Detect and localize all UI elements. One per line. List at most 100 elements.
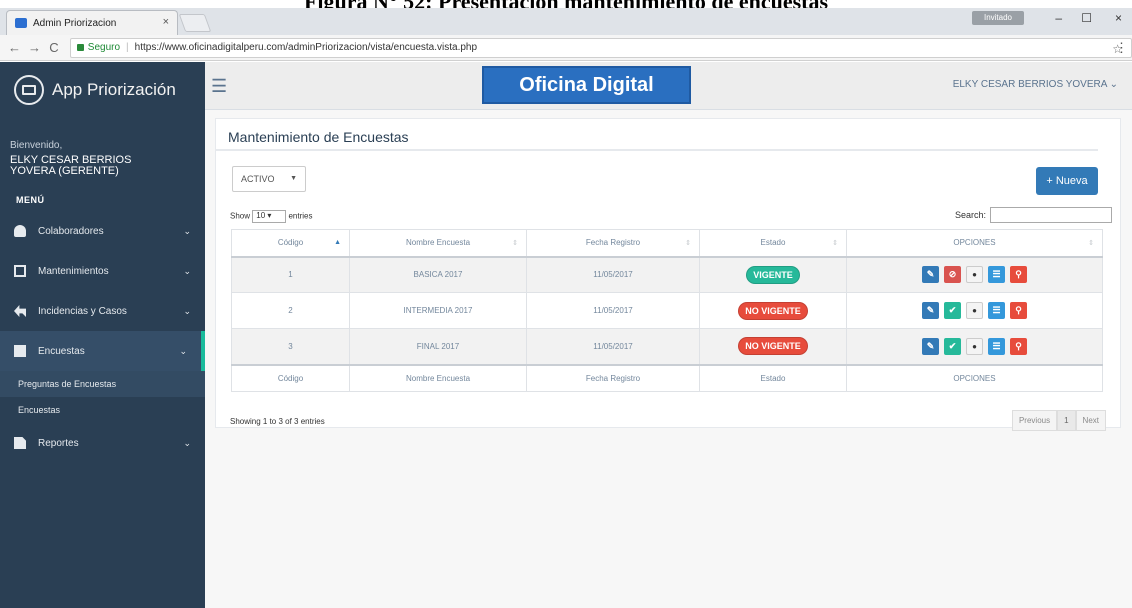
status-filter-select[interactable]: ACTIVO ▼ <box>232 166 306 192</box>
laptop-icon <box>14 75 44 105</box>
forward-icon[interactable]: → <box>28 40 41 55</box>
footer-opciones: OPCIONES <box>846 363 1103 392</box>
list-icon[interactable]: ☰ <box>988 266 1005 284</box>
chevron-down-icon: ⌄ <box>183 225 191 236</box>
check-icon[interactable]: ✔ <box>944 337 961 355</box>
search-input[interactable] <box>990 207 1112 223</box>
sidebar-subitem-encuestas[interactable]: Encuestas <box>0 397 205 423</box>
column-header-estado[interactable]: Estado ⇕ <box>699 229 847 258</box>
address-separator: | <box>126 42 129 53</box>
sort-asc-icon: ▲ <box>334 239 341 246</box>
close-window-icon[interactable]: × <box>1115 11 1122 25</box>
browser-toolbar: ← → C Seguro | https://www.oficinadigita… <box>0 35 1132 61</box>
check-icon[interactable]: ✔ <box>944 302 961 319</box>
sidebar-item-encuestas[interactable]: Encuestas ⌄ <box>0 331 205 371</box>
sidebar-item-mantenimientos[interactable]: Mantenimientos ⌄ <box>0 251 205 291</box>
favicon-icon <box>15 18 27 28</box>
table-footer-row: Código Nombre Encuesta Fecha Registro Es… <box>231 363 1103 392</box>
sidebar-item-reportes[interactable]: Reportes ⌄ <box>0 423 205 463</box>
welcome-text: Bienvenido, <box>10 140 63 151</box>
lock-icon <box>76 44 84 51</box>
sort-icon: ⇕ <box>512 240 518 247</box>
new-tab-button[interactable] <box>178 14 212 32</box>
cell-nombre: FINAL 2017 <box>349 328 527 365</box>
url-text: https://www.oficinadigitalperu.com/admin… <box>134 42 478 53</box>
user-menu[interactable]: ELKY CESAR BERRIOS YOVERA ⌄ <box>953 79 1118 90</box>
list-icon[interactable]: ☰ <box>988 302 1005 319</box>
pagination: Previous 1 Next <box>1011 410 1106 431</box>
eye-icon[interactable]: ● <box>966 266 983 284</box>
table-info: Showing 1 to 3 of 3 entries <box>230 417 325 426</box>
reply-icon <box>14 305 26 317</box>
pagination-page[interactable]: 1 <box>1057 410 1076 431</box>
new-survey-button[interactable]: + Nueva <box>1036 167 1098 195</box>
status-badge: NO VIGENTE <box>738 301 808 320</box>
entries-length-select[interactable]: 10 ▾ <box>252 210 287 223</box>
ban-icon[interactable]: ⊘ <box>944 266 961 284</box>
eye-icon[interactable]: ● <box>966 302 983 319</box>
footer-nombre: Nombre Encuesta <box>349 363 527 392</box>
tab-title: Admin Priorizacion <box>33 17 117 29</box>
app-title: App Priorización <box>52 80 176 99</box>
cell-codigo: 3 <box>231 328 350 365</box>
cell-estado: VIGENTE <box>699 256 847 293</box>
table-row: 3 FINAL 2017 11/05/2017 NO VIGENTE ✎ ✔ ● ☰ ⚲ <box>231 328 1103 365</box>
tab-close-icon[interactable]: × <box>163 16 169 28</box>
sidebar-item-label: Incidencias y Casos <box>38 305 127 317</box>
eye-icon[interactable]: ● <box>966 337 983 355</box>
edit-icon[interactable]: ✎ <box>922 266 939 284</box>
list-icon[interactable]: ☰ <box>988 337 1005 355</box>
chevron-down-icon: ⌄ <box>183 437 191 448</box>
pagination-previous[interactable]: Previous <box>1011 410 1058 431</box>
entries-length-value: 10 <box>256 211 266 220</box>
column-header-nombre[interactable]: Nombre Encuesta ⇕ <box>349 229 527 258</box>
sidebar-item-incidencias[interactable]: Incidencias y Casos ⌄ <box>0 291 205 331</box>
surveys-table: Código ▲ Nombre Encuesta ⇕ Fecha Registro ⇕… <box>231 229 1103 392</box>
cell-estado: NO VIGENTE <box>699 292 847 329</box>
browser-tabbar: Admin Priorizacion × Invitado – ☐ × <box>0 8 1132 35</box>
reload-icon[interactable]: C <box>48 40 60 55</box>
browser-tab[interactable]: Admin Priorizacion × <box>6 10 178 35</box>
map-marker-icon[interactable]: ⚲ <box>1010 266 1027 284</box>
dropdown-arrow-icon: ▼ <box>290 175 297 182</box>
chevron-down-icon: ⌄ <box>179 345 187 356</box>
map-marker-icon[interactable]: ⚲ <box>1010 337 1027 355</box>
minimize-icon[interactable]: – <box>1055 11 1062 25</box>
menu-title: MENÚ <box>16 195 45 205</box>
footer-fecha: Fecha Registro <box>526 363 700 392</box>
column-header-opciones[interactable]: OPCIONES ⇕ <box>846 229 1103 258</box>
page-title: Mantenimiento de Encuestas <box>216 119 1098 151</box>
column-header-codigo[interactable]: Código ▲ <box>231 229 350 258</box>
app-brand[interactable]: App Priorización <box>0 62 205 118</box>
footer-estado: Estado <box>699 363 847 392</box>
chevron-down-icon: ⌄ <box>183 305 191 316</box>
edit-icon[interactable]: ✎ <box>922 302 939 319</box>
maximize-icon[interactable]: ☐ <box>1081 11 1092 25</box>
profile-badge[interactable]: Invitado <box>972 11 1024 25</box>
browser-menu-icon[interactable]: ⋮ <box>1115 40 1128 56</box>
sidebar-item-label: Mantenimientos <box>38 265 109 277</box>
cell-codigo: 1 <box>231 256 350 293</box>
edit-icon[interactable]: ✎ <box>922 337 939 355</box>
cell-codigo: 2 <box>231 292 350 329</box>
cell-fecha: 11/05/2017 <box>526 328 700 365</box>
table-search: Search: <box>955 207 1112 223</box>
back-icon[interactable]: ← <box>8 40 21 55</box>
menu-toggle-icon[interactable]: ☰ <box>211 76 227 97</box>
map-marker-icon[interactable]: ⚲ <box>1010 302 1027 319</box>
sort-icon: ⇕ <box>685 240 691 247</box>
address-bar[interactable]: Seguro | https://www.oficinadigitalperu.… <box>69 37 1132 58</box>
sidebar-subitem-preguntas[interactable]: Preguntas de Encuestas <box>0 371 205 397</box>
company-logo: Oficina Digital <box>482 66 691 104</box>
table-header-row: Código ▲ Nombre Encuesta ⇕ Fecha Registro ⇕… <box>231 229 1103 258</box>
top-nav: ☰ Oficina Digital ELKY CESAR BERRIOS YOV… <box>205 62 1132 110</box>
sidebar-item-colaboradores[interactable]: Colaboradores ⌄ <box>0 211 205 251</box>
column-header-fecha[interactable]: Fecha Registro ⇕ <box>526 229 700 258</box>
table-row: 1 BASICA 2017 11/05/2017 VIGENTE ✎ ⊘ ● ☰ ⚲ <box>231 256 1103 293</box>
pagination-next[interactable]: Next <box>1075 410 1106 431</box>
status-badge: NO VIGENTE <box>738 337 808 356</box>
cell-opciones: ✎ ⊘ ● ☰ ⚲ <box>846 256 1103 293</box>
search-label: Search: <box>954 210 986 220</box>
sort-icon: ⇕ <box>1088 240 1094 247</box>
encuestas-panel: Mantenimiento de Encuestas ACTIVO ▼ + Nu… <box>215 118 1121 431</box>
